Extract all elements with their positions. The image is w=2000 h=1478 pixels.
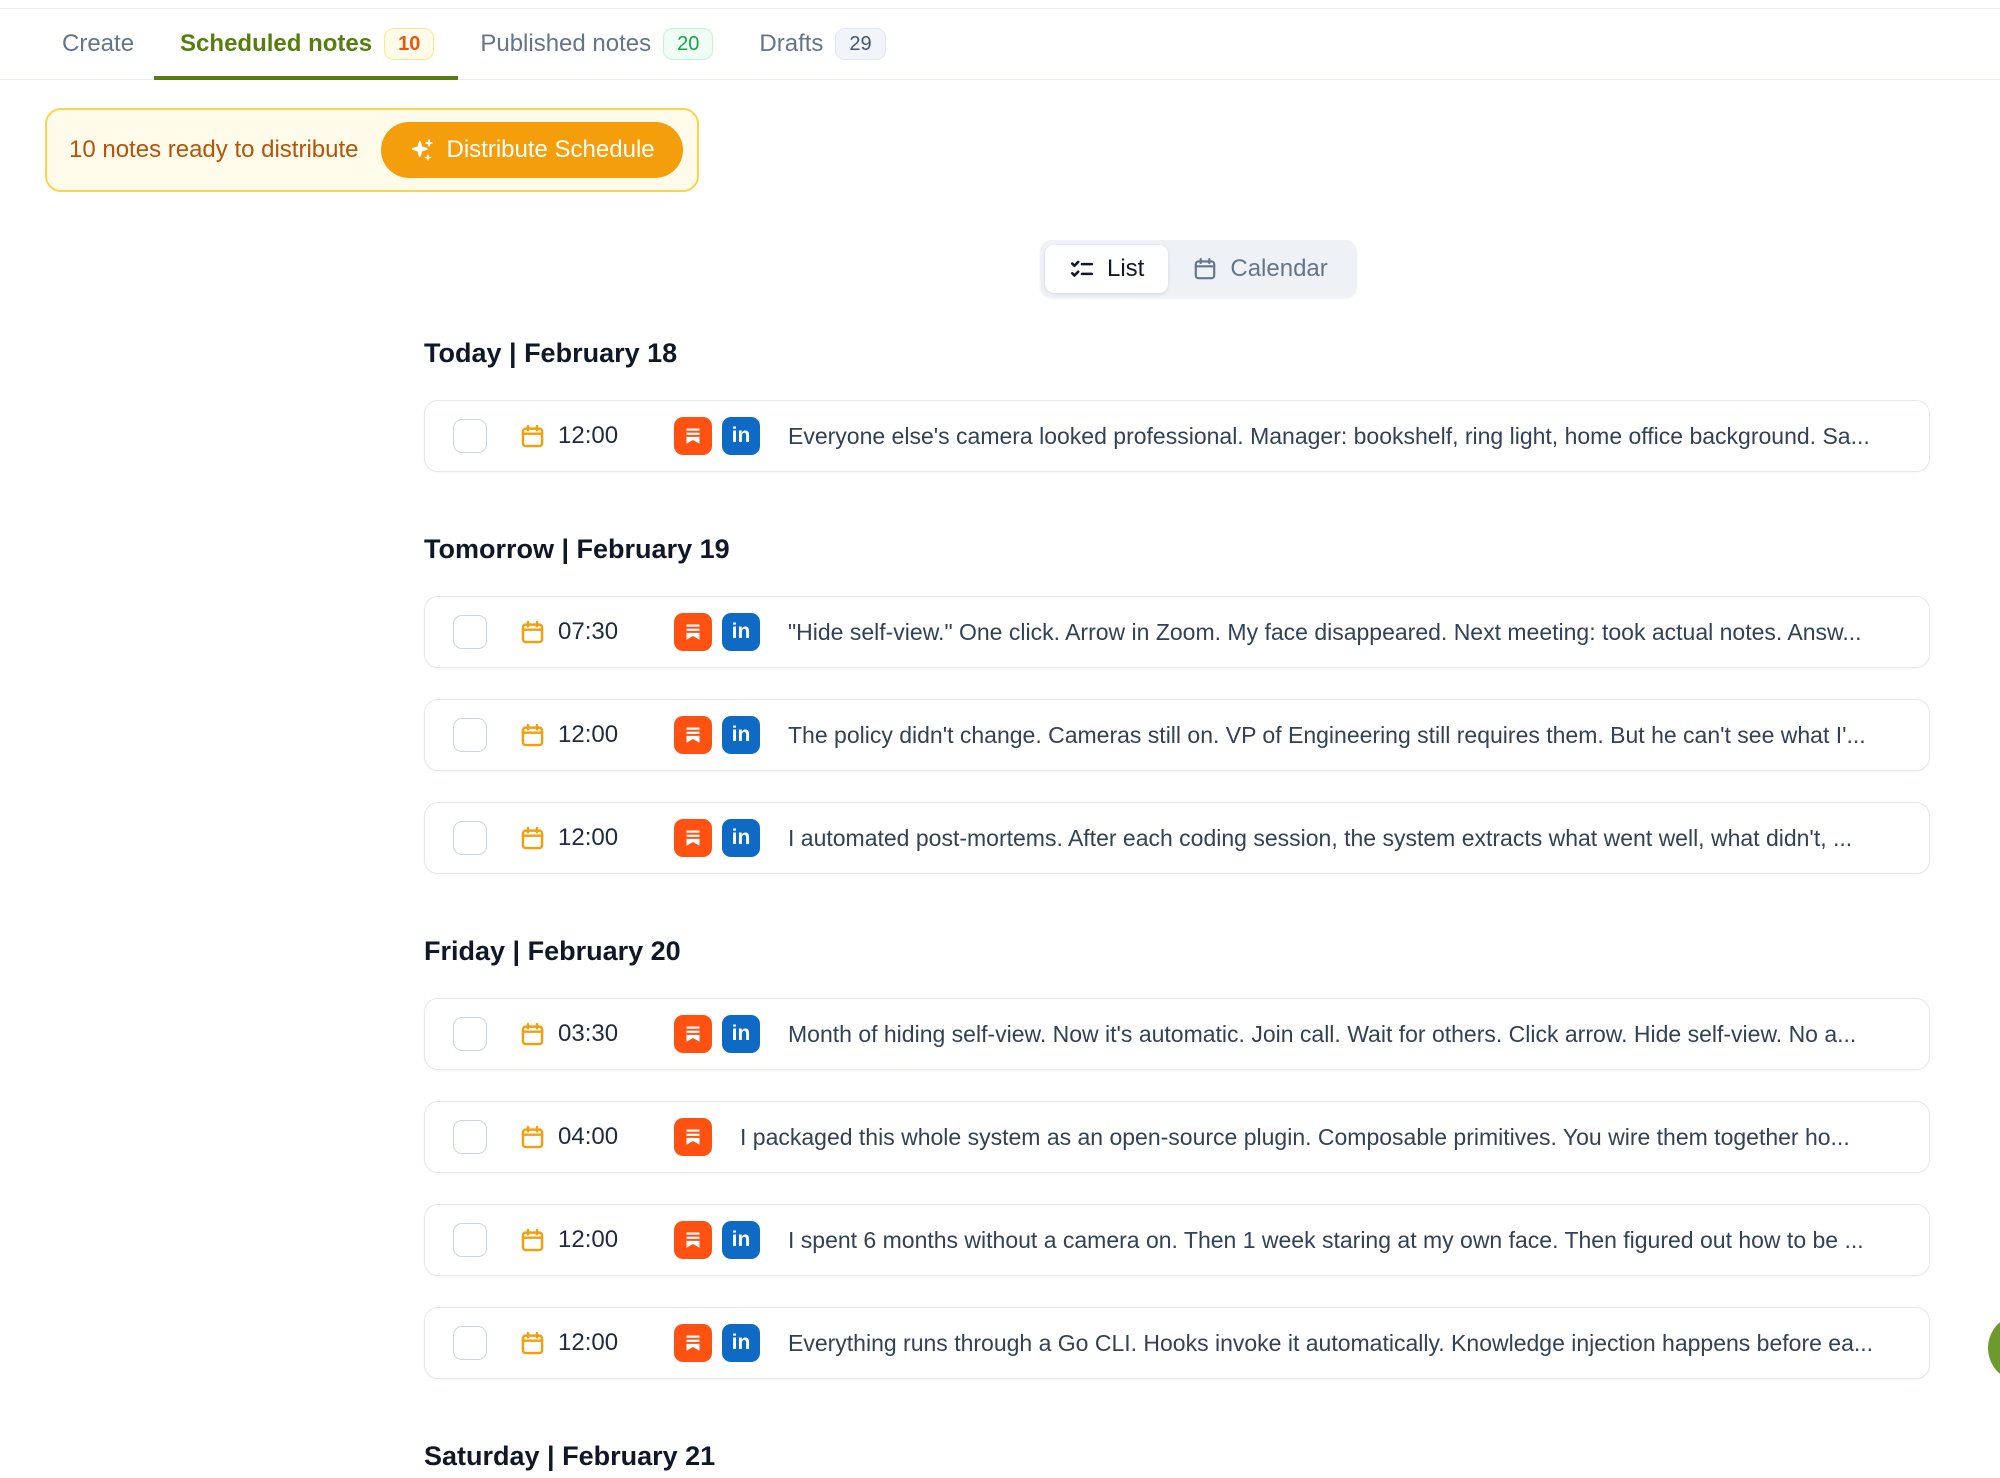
tab-create[interactable]: Create (62, 9, 134, 79)
note-preview-text: Month of hiding self-view. Now it's auto… (788, 1021, 1905, 1048)
row-checkbox[interactable] (453, 718, 487, 752)
note-preview-text: Everything runs through a Go CLI. Hooks … (788, 1330, 1905, 1357)
distribute-banner: 10 notes ready to distribute Distribute … (45, 108, 699, 192)
view-toggle-list[interactable]: List (1045, 245, 1168, 293)
note-preview-text: Everyone else's camera looked profession… (788, 423, 1905, 450)
scheduled-time: 04:00 (558, 1123, 620, 1151)
linkedin-icon: in (722, 1324, 760, 1362)
calendar-icon (519, 619, 546, 646)
linkedin-icon: in (722, 613, 760, 651)
note-preview-text: I automated post-mortems. After each cod… (788, 825, 1905, 852)
substack-icon (674, 1324, 712, 1362)
section-header-today: Today | February 18 (424, 338, 1930, 369)
section-header-friday: Friday | February 20 (424, 936, 1930, 967)
calendar-icon (1192, 256, 1218, 282)
calendar-icon (519, 1227, 546, 1254)
substack-icon (674, 716, 712, 754)
calendar-icon (519, 722, 546, 749)
scheduled-time: 12:00 (558, 824, 620, 852)
distribute-schedule-label: Distribute Schedule (447, 136, 655, 164)
scheduled-count-badge: 10 (384, 28, 434, 60)
row-checkbox[interactable] (453, 1120, 487, 1154)
floating-action-button[interactable] (1988, 1314, 2000, 1382)
row-checkbox[interactable] (453, 1326, 487, 1360)
substack-icon (674, 819, 712, 857)
note-row[interactable]: 12:00 in I automated post-mortems. After… (424, 802, 1930, 874)
note-row[interactable]: 04:00 I packaged this whole system as an… (424, 1101, 1930, 1173)
scheduled-time: 12:00 (558, 1329, 620, 1357)
note-preview-text: I packaged this whole system as an open-… (740, 1124, 1905, 1151)
note-row[interactable]: 03:30 in Month of hiding self-view. Now … (424, 998, 1930, 1070)
substack-icon (674, 1015, 712, 1053)
calendar-icon (519, 825, 546, 852)
note-preview-text: "Hide self-view." One click. Arrow in Zo… (788, 619, 1905, 646)
note-row[interactable]: 12:00 in I spent 6 months without a came… (424, 1204, 1930, 1276)
drafts-count-badge: 29 (835, 28, 885, 60)
distribute-schedule-button[interactable]: Distribute Schedule (381, 122, 683, 178)
substack-icon (674, 1118, 712, 1156)
scheduled-time: 12:00 (558, 1226, 620, 1254)
note-preview-text: The policy didn't change. Cameras still … (788, 722, 1905, 749)
row-checkbox[interactable] (453, 821, 487, 855)
scheduled-time: 03:30 (558, 1020, 620, 1048)
scheduled-notes-list: Today | February 18 12:00 in Everyone el… (424, 338, 1930, 1472)
row-checkbox[interactable] (453, 419, 487, 453)
note-row[interactable]: 07:30 in "Hide self-view." One click. Ar… (424, 596, 1930, 668)
tab-scheduled-notes[interactable]: Scheduled notes 10 (180, 9, 434, 79)
substack-icon (674, 417, 712, 455)
note-row[interactable]: 12:00 in Everyone else's camera looked p… (424, 400, 1930, 472)
note-row[interactable]: 12:00 in Everything runs through a Go CL… (424, 1307, 1930, 1379)
calendar-icon (519, 1124, 546, 1151)
scheduled-time: 12:00 (558, 422, 620, 450)
row-checkbox[interactable] (453, 1223, 487, 1257)
view-toggle-list-label: List (1107, 255, 1144, 283)
tab-published-notes-label: Published notes (480, 30, 651, 58)
row-checkbox[interactable] (453, 615, 487, 649)
note-preview-text: I spent 6 months without a camera on. Th… (788, 1227, 1905, 1254)
note-row[interactable]: 12:00 in The policy didn't change. Camer… (424, 699, 1930, 771)
tab-create-label: Create (62, 30, 134, 58)
calendar-icon (519, 423, 546, 450)
tab-scheduled-notes-label: Scheduled notes (180, 30, 372, 58)
view-toggle: List Calendar (1040, 240, 1357, 298)
view-toggle-calendar-label: Calendar (1230, 255, 1327, 283)
calendar-icon (519, 1330, 546, 1357)
sparkles-icon (409, 137, 435, 163)
tab-drafts-label: Drafts (759, 30, 823, 58)
published-count-badge: 20 (663, 28, 713, 60)
section-header-saturday: Saturday | February 21 (424, 1441, 1930, 1472)
tab-bar: Create Scheduled notes 10 Published note… (0, 8, 2000, 80)
linkedin-icon: in (722, 716, 760, 754)
checklist-icon (1069, 256, 1095, 282)
view-toggle-calendar[interactable]: Calendar (1168, 245, 1351, 293)
tab-drafts[interactable]: Drafts 29 (759, 9, 885, 79)
linkedin-icon: in (722, 1221, 760, 1259)
scheduled-time: 07:30 (558, 618, 620, 646)
linkedin-icon: in (722, 819, 760, 857)
substack-icon (674, 1221, 712, 1259)
substack-icon (674, 613, 712, 651)
calendar-icon (519, 1021, 546, 1048)
row-checkbox[interactable] (453, 1017, 487, 1051)
section-header-tomorrow: Tomorrow | February 19 (424, 534, 1930, 565)
scheduled-time: 12:00 (558, 721, 620, 749)
tab-published-notes[interactable]: Published notes 20 (480, 9, 713, 79)
ready-to-distribute-text: 10 notes ready to distribute (69, 136, 359, 164)
linkedin-icon: in (722, 417, 760, 455)
linkedin-icon: in (722, 1015, 760, 1053)
